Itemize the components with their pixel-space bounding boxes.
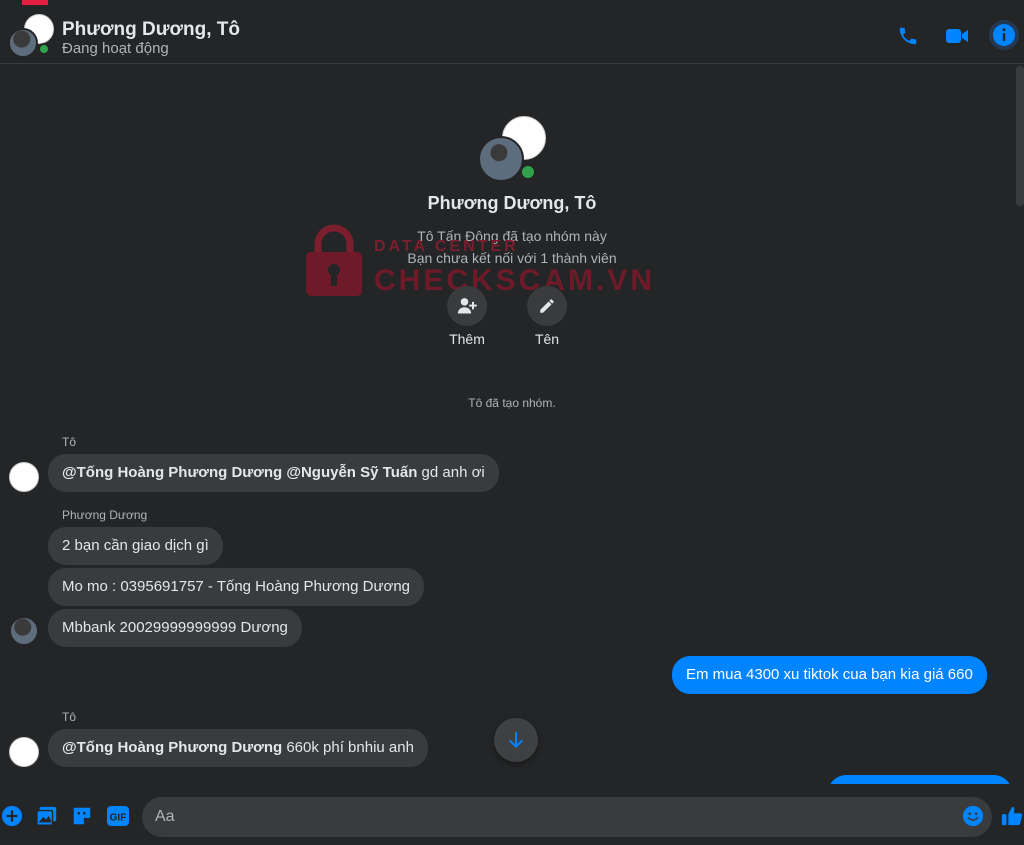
message-bubble[interactable]: Mo mo : 0395691757 - Tống Hoàng Phương D…: [48, 568, 425, 606]
created-by-text: Tô Tấn Đông đã tạo nhóm này: [417, 228, 607, 244]
group-profile: [0, 110, 1024, 190]
info-icon[interactable]: [989, 20, 1019, 50]
message-bubble[interactable]: 2 bạn cần giao dịch gì: [48, 527, 223, 565]
rename-label: Tên: [534, 331, 560, 347]
mention[interactable]: @Tống Hoàng Phương Dương: [62, 739, 282, 756]
online-indicator: [520, 164, 536, 180]
arrow-down-icon: [509, 731, 523, 748]
online-indicator: [38, 43, 50, 55]
add-person-icon: [457, 298, 477, 314]
member-avatar: [478, 136, 524, 182]
video-icon[interactable]: [941, 20, 973, 52]
message-text: gd anh ơi: [417, 464, 485, 481]
message-input[interactable]: [142, 797, 992, 837]
watermark-title: CHECKSCAM.VN: [374, 264, 656, 297]
chat-header: Phương Dương, Tô Đang hoạt động: [0, 0, 1024, 64]
group-profile-avatar: [478, 110, 558, 190]
mention[interactable]: @Tống Hoàng Phương Dương: [62, 464, 282, 481]
system-message: Tô đã tạo nhóm.: [468, 396, 556, 410]
my-message-bubble[interactable]: Em mua 4300 xu tiktok cua bạn kia giá 66…: [672, 656, 987, 694]
active-status: Đang hoạt động: [62, 40, 169, 57]
image-icon[interactable]: [35, 804, 59, 828]
message-bubble[interactable]: Mbbank 20029999999999 Dương: [48, 609, 302, 647]
pencil-icon: [540, 299, 554, 313]
phone-icon[interactable]: [892, 20, 924, 52]
add-people-button[interactable]: [447, 286, 487, 326]
message-bubble[interactable]: @Tống Hoàng Phương Dương 660k phí bnhiu …: [48, 729, 428, 767]
message-sender: Phương Dương: [62, 508, 148, 522]
like-icon[interactable]: [1000, 804, 1024, 828]
sticker-icon[interactable]: [70, 804, 94, 828]
plus-icon[interactable]: [0, 804, 24, 828]
sender-avatar[interactable]: [9, 462, 39, 492]
emoji-icon[interactable]: [961, 804, 985, 828]
group-avatar[interactable]: [8, 14, 56, 60]
tab-indicator: [22, 0, 48, 5]
svg-text:GIF: GIF: [110, 813, 127, 824]
message-text: 660k phí bnhiu anh: [282, 739, 414, 756]
rename-button[interactable]: [527, 286, 567, 326]
connection-text: Bạn chưa kết nối với 1 thành viên: [407, 250, 617, 266]
sender-avatar[interactable]: [9, 737, 39, 767]
message-bubble[interactable]: @Tống Hoàng Phương Dương @Nguyễn Sỹ Tuấn…: [48, 454, 499, 492]
message-sender: Tô: [62, 435, 77, 449]
mention[interactable]: @Nguyễn Sỹ Tuấn: [286, 464, 417, 481]
add-people-label: Thêm: [449, 331, 485, 347]
conversation-title[interactable]: Phương Dương, Tô: [62, 19, 240, 41]
profile-name: Phương Dương, Tô: [427, 193, 597, 213]
message-sender: Tô: [62, 710, 77, 724]
composer: GIF: [0, 784, 1024, 845]
sender-avatar[interactable]: [9, 616, 39, 646]
scroll-to-bottom-button[interactable]: [494, 718, 538, 762]
member-avatar: [8, 28, 38, 58]
gif-icon[interactable]: GIF: [106, 804, 130, 828]
